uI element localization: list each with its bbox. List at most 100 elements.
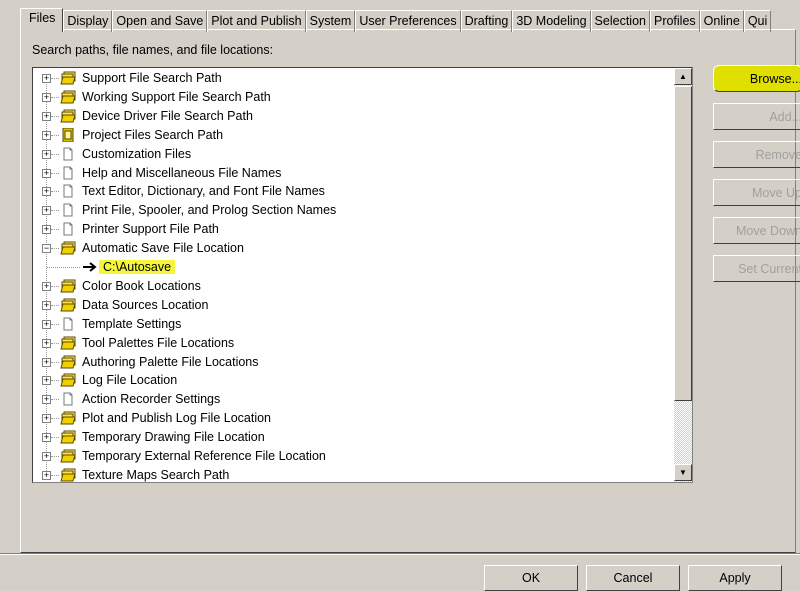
- expand-icon[interactable]: +: [42, 149, 51, 159]
- tab-selection[interactable]: Selection: [590, 10, 650, 32]
- tree-line: [51, 399, 59, 401]
- tree-item-authoring-palette-file-locations[interactable]: + Authoring Palette File Locations: [33, 353, 673, 372]
- tab-user-preferences[interactable]: User Preferences: [355, 10, 461, 32]
- tree-item-project-files-search-path[interactable]: + Project Files Search Path: [33, 126, 673, 145]
- tree-line: [51, 153, 59, 155]
- tab-plot-and-publish[interactable]: Plot and Publish: [207, 10, 306, 32]
- apply-button[interactable]: Apply: [688, 565, 782, 591]
- document-icon: [60, 147, 76, 161]
- expand-icon[interactable]: +: [42, 130, 51, 140]
- tree-item-label: Authoring Palette File Locations: [82, 354, 259, 369]
- tree-item-action-recorder-settings[interactable]: + Action Recorder Settings: [33, 390, 673, 409]
- tree-item-texture-maps-search-path[interactable]: + Texture Maps Search Path: [33, 466, 673, 482]
- tree-line: [51, 229, 59, 231]
- document-icon: [60, 184, 76, 198]
- tree-item-label: Customization Files: [82, 146, 192, 161]
- tree-line: [51, 248, 59, 250]
- scroll-down-button[interactable]: ▼: [674, 464, 692, 481]
- folders-icon: [60, 90, 76, 104]
- document-icon: [60, 222, 76, 236]
- vertical-scrollbar[interactable]: ▲ ▼: [674, 68, 692, 482]
- tree-item-color-book-locations[interactable]: + Color Book Locations: [33, 277, 673, 296]
- tree-item-device-driver-file-search-path[interactable]: + Device Driver File Search Path: [33, 107, 673, 126]
- tree-line: [51, 210, 59, 212]
- tree-item-label: Plot and Publish Log File Location: [82, 411, 272, 426]
- expand-icon[interactable]: +: [42, 395, 51, 405]
- expand-icon[interactable]: +: [42, 338, 51, 348]
- tab-display[interactable]: Display: [63, 10, 113, 32]
- expand-icon[interactable]: +: [42, 74, 51, 83]
- tab-drafting[interactable]: Drafting: [460, 10, 513, 32]
- expand-icon[interactable]: +: [42, 433, 51, 443]
- browse-button[interactable]: Browse...: [713, 65, 800, 92]
- tree-line: [51, 285, 59, 287]
- expand-icon[interactable]: +: [42, 300, 51, 310]
- tab-files[interactable]: Files: [20, 8, 64, 32]
- folders-icon: [60, 279, 76, 293]
- add-button[interactable]: Add...: [713, 103, 800, 130]
- folders-icon: [60, 468, 76, 482]
- ok-button[interactable]: OK: [484, 565, 578, 591]
- separator: [0, 553, 800, 555]
- tab-open-and-save[interactable]: Open and Save: [112, 10, 208, 32]
- tree-item-support-file-search-path[interactable]: + Support File Search Path: [33, 69, 673, 88]
- document-icon: [60, 166, 76, 180]
- tree-item-working-support-file-search-path[interactable]: + Working Support File Search Path: [33, 88, 673, 107]
- folders-icon: [60, 430, 76, 444]
- remove-button[interactable]: Remove: [713, 141, 800, 168]
- tree-item-data-sources-location[interactable]: + Data Sources Location: [33, 296, 673, 315]
- move-down-button[interactable]: Move Down: [713, 217, 800, 244]
- tree-item-help-and-miscellaneous-file-names[interactable]: + Help and Miscellaneous File Names: [33, 164, 673, 183]
- expand-icon[interactable]: +: [42, 452, 51, 461]
- tree-item-temporary-external-reference-file-location[interactable]: + Temporary External Reference File Locat…: [33, 447, 673, 466]
- tree-item-template-settings[interactable]: + Template Settings: [33, 315, 673, 334]
- tree-item-customization-files[interactable]: + Customization Files: [33, 145, 673, 164]
- tree-line: [51, 437, 59, 439]
- tab-system[interactable]: System: [305, 10, 356, 32]
- expand-icon[interactable]: +: [42, 319, 51, 329]
- expand-icon[interactable]: +: [42, 357, 51, 367]
- tree-item-print-file-spooler-and-prolog-section-names[interactable]: + Print File, Spooler, and Prolog Section…: [33, 201, 673, 220]
- tree-item-automatic-save-file-location[interactable]: − Automatic Save File Location: [33, 239, 673, 258]
- tree-item-label: Log File Location: [82, 373, 178, 388]
- tab-online[interactable]: Online: [699, 10, 744, 32]
- tree-line: [51, 342, 59, 344]
- tab-3d-modeling[interactable]: 3D Modeling: [512, 10, 591, 32]
- document-icon: [60, 317, 76, 331]
- tree-item-text-editor-dictionary-and-font-file-names[interactable]: + Text Editor, Dictionary, and Font File …: [33, 182, 673, 201]
- tab-qui[interactable]: Qui: [743, 10, 772, 32]
- expand-icon[interactable]: +: [42, 206, 51, 216]
- expand-icon[interactable]: +: [42, 281, 51, 291]
- move-up-button[interactable]: Move Up: [713, 179, 800, 206]
- expand-icon[interactable]: +: [42, 225, 51, 235]
- tree-item-plot-and-publish-log-file-location[interactable]: + Plot and Publish Log File Location: [33, 409, 673, 428]
- expand-icon[interactable]: +: [42, 470, 51, 480]
- scroll-thumb[interactable]: [674, 86, 692, 401]
- cancel-button[interactable]: Cancel: [586, 565, 680, 591]
- tree-line: [51, 418, 59, 420]
- tree-item-tool-palettes-file-locations[interactable]: + Tool Palettes File Locations: [33, 334, 673, 353]
- tree-item-label: Color Book Locations: [82, 278, 201, 293]
- tree-item-c-autosave[interactable]: C:\Autosave: [33, 258, 673, 277]
- collapse-icon[interactable]: −: [42, 244, 51, 254]
- expand-icon[interactable]: +: [42, 111, 51, 121]
- tree-item-temporary-drawing-file-location[interactable]: + Temporary Drawing File Location: [33, 428, 673, 447]
- set-current-button[interactable]: Set Current: [713, 255, 800, 282]
- expand-icon[interactable]: +: [42, 414, 51, 424]
- expand-icon[interactable]: +: [42, 92, 51, 102]
- expand-icon[interactable]: +: [42, 376, 51, 386]
- expand-icon[interactable]: +: [42, 168, 51, 178]
- tree-item-label: Template Settings: [82, 316, 182, 331]
- project-icon: [60, 127, 76, 143]
- scroll-up-button[interactable]: ▲: [674, 68, 692, 85]
- tree-item-label: Text Editor, Dictionary, and Font File N…: [82, 184, 325, 199]
- tree-item-label: Data Sources Location: [82, 297, 209, 312]
- tree-line: [51, 134, 59, 136]
- tree-item-label: Print File, Spooler, and Prolog Section …: [82, 203, 337, 218]
- tab-profiles[interactable]: Profiles: [649, 10, 700, 32]
- tree-line: [51, 78, 59, 79]
- tree-item-log-file-location[interactable]: + Log File Location: [33, 371, 673, 390]
- tree-item-printer-support-file-path[interactable]: + Printer Support File Path: [33, 220, 673, 239]
- file-locations-tree[interactable]: ▲ ▼ + Support File Search Path + Working Su…: [32, 67, 693, 483]
- expand-icon[interactable]: +: [42, 187, 51, 197]
